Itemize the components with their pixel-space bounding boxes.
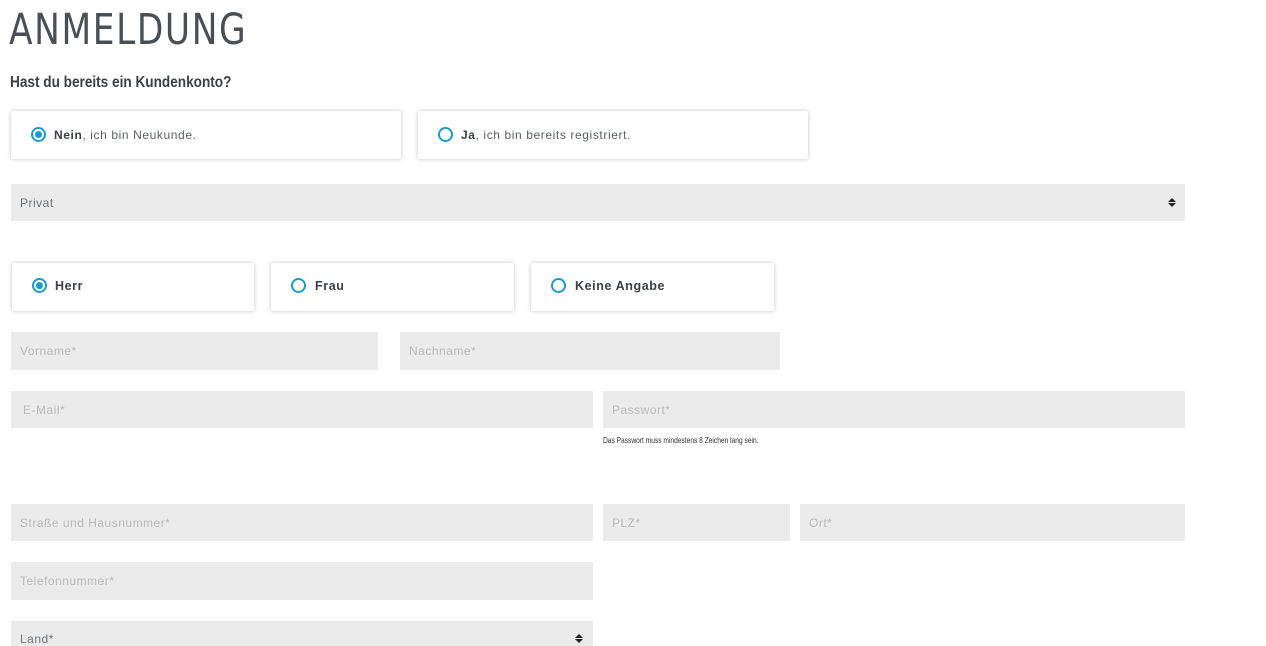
country-select[interactable]: Land* (11, 621, 593, 646)
radio-checked-icon (32, 278, 47, 293)
sort-arrows-icon (1168, 198, 1176, 207)
radio-registered-label: Ja, ich bin bereits registriert. (461, 127, 631, 143)
radio-keine-angabe[interactable]: Keine Angabe (531, 263, 774, 311)
email-field[interactable] (11, 391, 593, 428)
zip-field[interactable] (603, 504, 790, 541)
customer-type-value: Privat (20, 196, 54, 210)
radio-new-customer-bold: Nein (54, 128, 83, 142)
radio-unchecked-icon (291, 278, 306, 293)
radio-frau-label: Frau (315, 279, 345, 293)
customer-type-select[interactable]: Privat (11, 184, 1185, 221)
radio-new-customer-rest: , ich bin Neukunde. (82, 128, 197, 142)
radio-new-customer-label: Nein, ich bin Neukunde. (54, 127, 197, 143)
last-name-field[interactable] (400, 332, 780, 370)
radio-registered-rest: , ich bin bereits registriert. (475, 128, 631, 142)
radio-herr[interactable]: Herr (12, 263, 254, 311)
radio-checked-icon (31, 127, 46, 142)
street-field[interactable] (11, 504, 593, 541)
radio-new-customer[interactable]: Nein, ich bin Neukunde. (11, 111, 401, 159)
radio-registered-bold: Ja (461, 128, 476, 142)
password-hint: Das Passwort muss mindestens 8 Zeichen l… (603, 435, 759, 445)
radio-registered[interactable]: Ja, ich bin bereits registriert. (418, 111, 808, 159)
sort-arrows-icon (575, 634, 583, 643)
radio-unchecked-icon (438, 127, 453, 142)
radio-keine-angabe-label: Keine Angabe (575, 279, 666, 293)
page-title: ANMELDUNG (9, 5, 248, 55)
country-value: Land* (20, 632, 54, 646)
radio-herr-label: Herr (55, 279, 84, 293)
phone-field[interactable] (11, 562, 593, 600)
radio-frau[interactable]: Frau (271, 263, 514, 311)
first-name-field[interactable] (11, 332, 378, 370)
account-question: Hast du bereits ein Kundenkonto? (10, 74, 232, 91)
city-field[interactable] (800, 504, 1185, 541)
password-field[interactable] (603, 391, 1185, 428)
radio-unchecked-icon (551, 278, 566, 293)
